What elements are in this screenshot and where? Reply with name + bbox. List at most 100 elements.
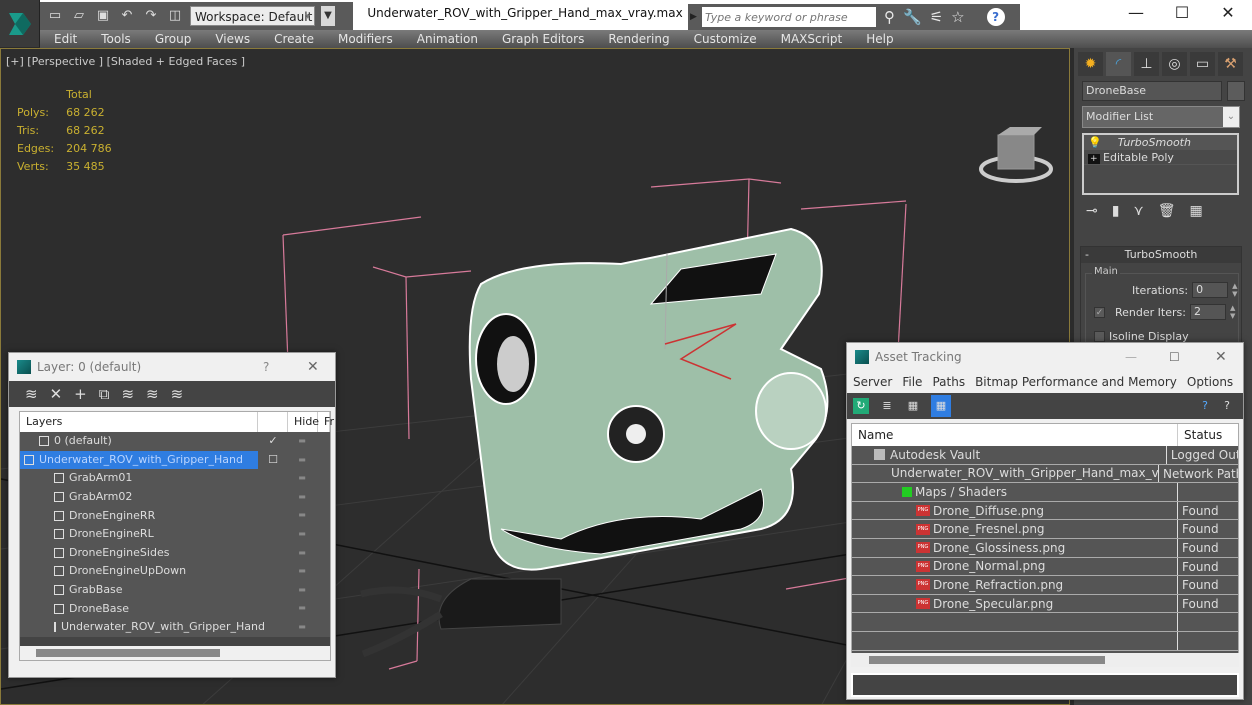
- maximize-button[interactable]: ☐: [1162, 3, 1202, 22]
- menu-file[interactable]: File: [902, 375, 922, 389]
- dialog-titlebar[interactable]: Layer: 0 (default) ? ✕: [9, 353, 335, 381]
- layer-row[interactable]: GrabArm01 ▬: [20, 469, 330, 488]
- stack-item-turbosmooth[interactable]: 💡 TurboSmooth: [1084, 135, 1237, 150]
- dialog-titlebar[interactable]: Asset Tracking — ☐ ✕: [847, 343, 1243, 371]
- close-button[interactable]: ✕: [1215, 349, 1227, 365]
- table-view-icon[interactable]: ▦: [931, 395, 951, 417]
- menu-rendering[interactable]: Rendering: [608, 32, 669, 46]
- select-objects-icon[interactable]: ⧉: [99, 385, 110, 403]
- maximize-button[interactable]: ☐: [1169, 350, 1180, 364]
- show-end-result-icon[interactable]: ▮: [1112, 203, 1120, 219]
- active-layer-indicator[interactable]: [258, 544, 288, 563]
- star-icon[interactable]: ☆: [951, 8, 964, 26]
- layer-name-cell[interactable]: GrabArm01: [20, 469, 258, 488]
- horizontal-scrollbar[interactable]: [20, 646, 330, 660]
- workspace-menu-button[interactable]: ▼: [321, 6, 335, 26]
- hide-toggle[interactable]: ▬: [288, 544, 316, 563]
- app-menu-button[interactable]: [0, 0, 40, 47]
- active-layer-indicator[interactable]: [258, 506, 288, 525]
- active-layer-indicator[interactable]: [258, 525, 288, 544]
- rollout-header[interactable]: - TurboSmooth: [1081, 247, 1241, 263]
- menu-modifiers[interactable]: Modifiers: [338, 32, 393, 46]
- menu-animation[interactable]: Animation: [417, 32, 478, 46]
- stack-item-editable-poly[interactable]: + Editable Poly: [1084, 150, 1237, 165]
- tab-utilities[interactable]: ⚒: [1218, 52, 1243, 76]
- menu-help[interactable]: Help: [866, 32, 893, 46]
- tab-modify[interactable]: ◜: [1106, 52, 1131, 76]
- layer-row[interactable]: DroneEngineRR ▬: [20, 506, 330, 525]
- layer-properties-icon[interactable]: ≋: [171, 385, 184, 403]
- help-globe-icon[interactable]: ?: [1197, 398, 1213, 414]
- select-layer-icon[interactable]: ≋: [121, 385, 134, 403]
- workspace-dropdown[interactable]: Workspace: Default ▾: [190, 6, 315, 26]
- layer-name-cell[interactable]: DroneEngineRL: [20, 525, 258, 544]
- list-view-icon[interactable]: ≣: [879, 398, 895, 414]
- thumbnail-view-icon[interactable]: ▦: [905, 398, 921, 414]
- add-to-layer-icon[interactable]: +: [74, 385, 87, 403]
- asset-row[interactable]: Autodesk Vault Logged Out: [852, 446, 1238, 465]
- hide-toggle[interactable]: ▬: [288, 432, 316, 451]
- hide-toggle[interactable]: ▬: [288, 599, 316, 618]
- horizontal-scrollbar[interactable]: [851, 653, 1239, 667]
- layer-row[interactable]: DroneEngineSides ▬: [20, 543, 330, 563]
- make-unique-icon[interactable]: ⋎: [1133, 203, 1143, 219]
- viewcube[interactable]: [979, 127, 1053, 183]
- column-layers[interactable]: Layers: [20, 412, 258, 432]
- menu-bitmap-performance[interactable]: Bitmap Performance and Memory: [975, 375, 1177, 389]
- layer-name-cell[interactable]: Underwater_ROV_with_Gripper_Hand: [20, 618, 265, 637]
- save-icon[interactable]: ▣: [94, 8, 112, 24]
- layer-name-cell[interactable]: Underwater_ROV_with_Gripper_Hand: [20, 450, 258, 470]
- undo-icon[interactable]: ↶: [118, 8, 136, 24]
- minimize-button[interactable]: —: [1116, 3, 1156, 22]
- hide-toggle[interactable]: ▬: [288, 618, 316, 637]
- minimize-button[interactable]: —: [1125, 350, 1137, 364]
- asset-row[interactable]: PNG Drone_Specular.png Found: [852, 594, 1238, 614]
- new-layer-icon[interactable]: ≋: [25, 385, 38, 403]
- column-name[interactable]: Name: [852, 424, 1178, 446]
- layer-name-cell[interactable]: DroneEngineSides: [20, 544, 258, 563]
- active-layer-indicator[interactable]: [258, 618, 288, 637]
- layer-row[interactable]: DroneEngineRL ▬: [20, 524, 330, 544]
- help-button[interactable]: ?: [263, 360, 269, 374]
- menu-group[interactable]: Group: [155, 32, 192, 46]
- hide-toggle[interactable]: ▬: [288, 581, 316, 600]
- set-current-layer-icon[interactable]: ≋: [146, 385, 159, 403]
- close-button[interactable]: ✕: [307, 359, 319, 375]
- column-status[interactable]: Status: [1178, 424, 1222, 446]
- active-layer-indicator[interactable]: [258, 581, 288, 600]
- hide-toggle[interactable]: ▬: [288, 506, 316, 525]
- set-active-checkbox[interactable]: ☐: [258, 451, 288, 470]
- remove-modifier-icon[interactable]: 🗑: [1158, 203, 1176, 219]
- menu-options[interactable]: Options: [1187, 375, 1233, 389]
- layer-name-cell[interactable]: DroneBase: [20, 599, 258, 618]
- help-icon[interactable]: ?: [986, 8, 1005, 26]
- layer-name-cell[interactable]: DroneEngineRR: [20, 506, 258, 525]
- lightbulb-icon[interactable]: 💡: [1088, 136, 1102, 149]
- satellite-icon[interactable]: ⚟: [930, 8, 943, 26]
- checkmark-icon[interactable]: ✓: [258, 432, 288, 451]
- asset-row[interactable]: PNG Drone_Fresnel.png Found: [852, 520, 1238, 539]
- iterations-input[interactable]: 0: [1192, 282, 1229, 298]
- menu-edit[interactable]: Edit: [54, 32, 77, 46]
- menu-paths[interactable]: Paths: [932, 375, 965, 389]
- layer-name-cell[interactable]: DroneEngineUpDown: [20, 562, 258, 581]
- menu-customize[interactable]: Customize: [694, 32, 757, 46]
- project-icon[interactable]: ◫: [166, 8, 184, 24]
- binoculars-icon[interactable]: ⚲: [884, 8, 895, 26]
- tab-motion[interactable]: ◎: [1162, 52, 1187, 76]
- layer-row[interactable]: GrabBase ▬: [20, 580, 330, 600]
- menu-views[interactable]: Views: [215, 32, 250, 46]
- menu-graph-editors[interactable]: Graph Editors: [502, 32, 584, 46]
- asset-row[interactable]: PNG Drone_Glossiness.png Found: [852, 538, 1238, 558]
- hide-toggle[interactable]: ▬: [288, 451, 316, 470]
- active-layer-indicator[interactable]: [258, 488, 288, 507]
- menu-server[interactable]: Server: [853, 375, 892, 389]
- render-iters-input[interactable]: 2: [1189, 304, 1226, 320]
- search-input[interactable]: [702, 7, 876, 27]
- hide-toggle[interactable]: ▬: [288, 525, 316, 544]
- expand-arrow-icon[interactable]: ▶: [690, 12, 702, 22]
- layer-name-cell[interactable]: 0 (default): [20, 432, 258, 451]
- tab-display[interactable]: ▭: [1190, 52, 1215, 76]
- asset-row[interactable]: Maps / Shaders: [852, 483, 1238, 502]
- layer-row[interactable]: Underwater_ROV_with_Gripper_Hand ☐ ▬: [20, 450, 330, 470]
